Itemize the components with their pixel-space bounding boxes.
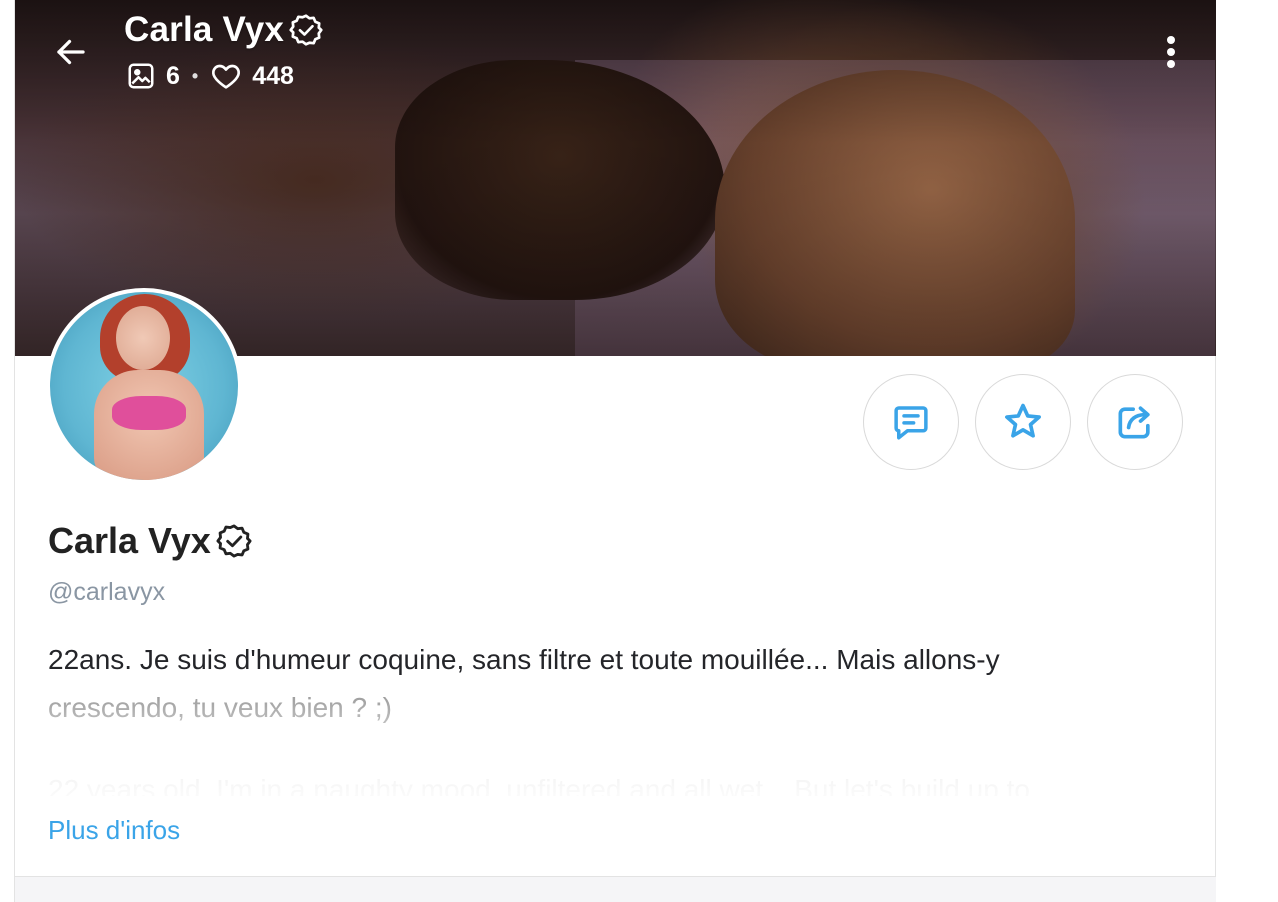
star-icon — [1005, 403, 1041, 438]
bio-line: crescendo, tu veux bien ? ;) — [48, 692, 392, 723]
more-info-link[interactable]: Plus d'infos — [48, 815, 180, 846]
bio-line: 22 years old. I'm in a naughty mood, unf… — [48, 774, 1030, 796]
username: @carlavyx — [48, 578, 166, 606]
display-name: Carla Vyx — [48, 520, 253, 562]
more-options-button[interactable] — [1153, 30, 1189, 74]
message-icon — [894, 406, 928, 440]
arrow-left-icon — [57, 39, 85, 65]
share-icon — [1118, 406, 1150, 439]
share-button[interactable] — [1087, 374, 1183, 470]
header-title: Carla Vyx — [124, 10, 324, 50]
back-button[interactable] — [49, 30, 93, 74]
verified-badge-icon — [289, 14, 323, 46]
bio-text: 22ans. Je suis d'humeur coquine, sans fi… — [48, 636, 1188, 796]
stats-separator: • — [191, 65, 199, 86]
header-title-text: Carla Vyx — [124, 10, 285, 49]
photos-count: 6 — [166, 61, 180, 90]
message-button[interactable] — [863, 374, 959, 470]
section-divider — [15, 876, 1216, 902]
avatar[interactable] — [46, 288, 242, 484]
favorite-button[interactable] — [975, 374, 1071, 470]
likes-count: 448 — [252, 61, 294, 90]
profile-page: Carla Vyx 6 • 448 Carla Vyx @carlavyx 22… — [14, 0, 1216, 902]
verified-badge-icon — [216, 524, 252, 558]
display-name-text: Carla Vyx — [48, 520, 211, 561]
bio-line: 22ans. Je suis d'humeur coquine, sans fi… — [48, 644, 1000, 675]
heart-icon — [212, 64, 241, 89]
image-icon — [128, 63, 154, 89]
header-stats: 6 • 448 — [126, 60, 294, 92]
more-vertical-icon — [1167, 36, 1175, 68]
